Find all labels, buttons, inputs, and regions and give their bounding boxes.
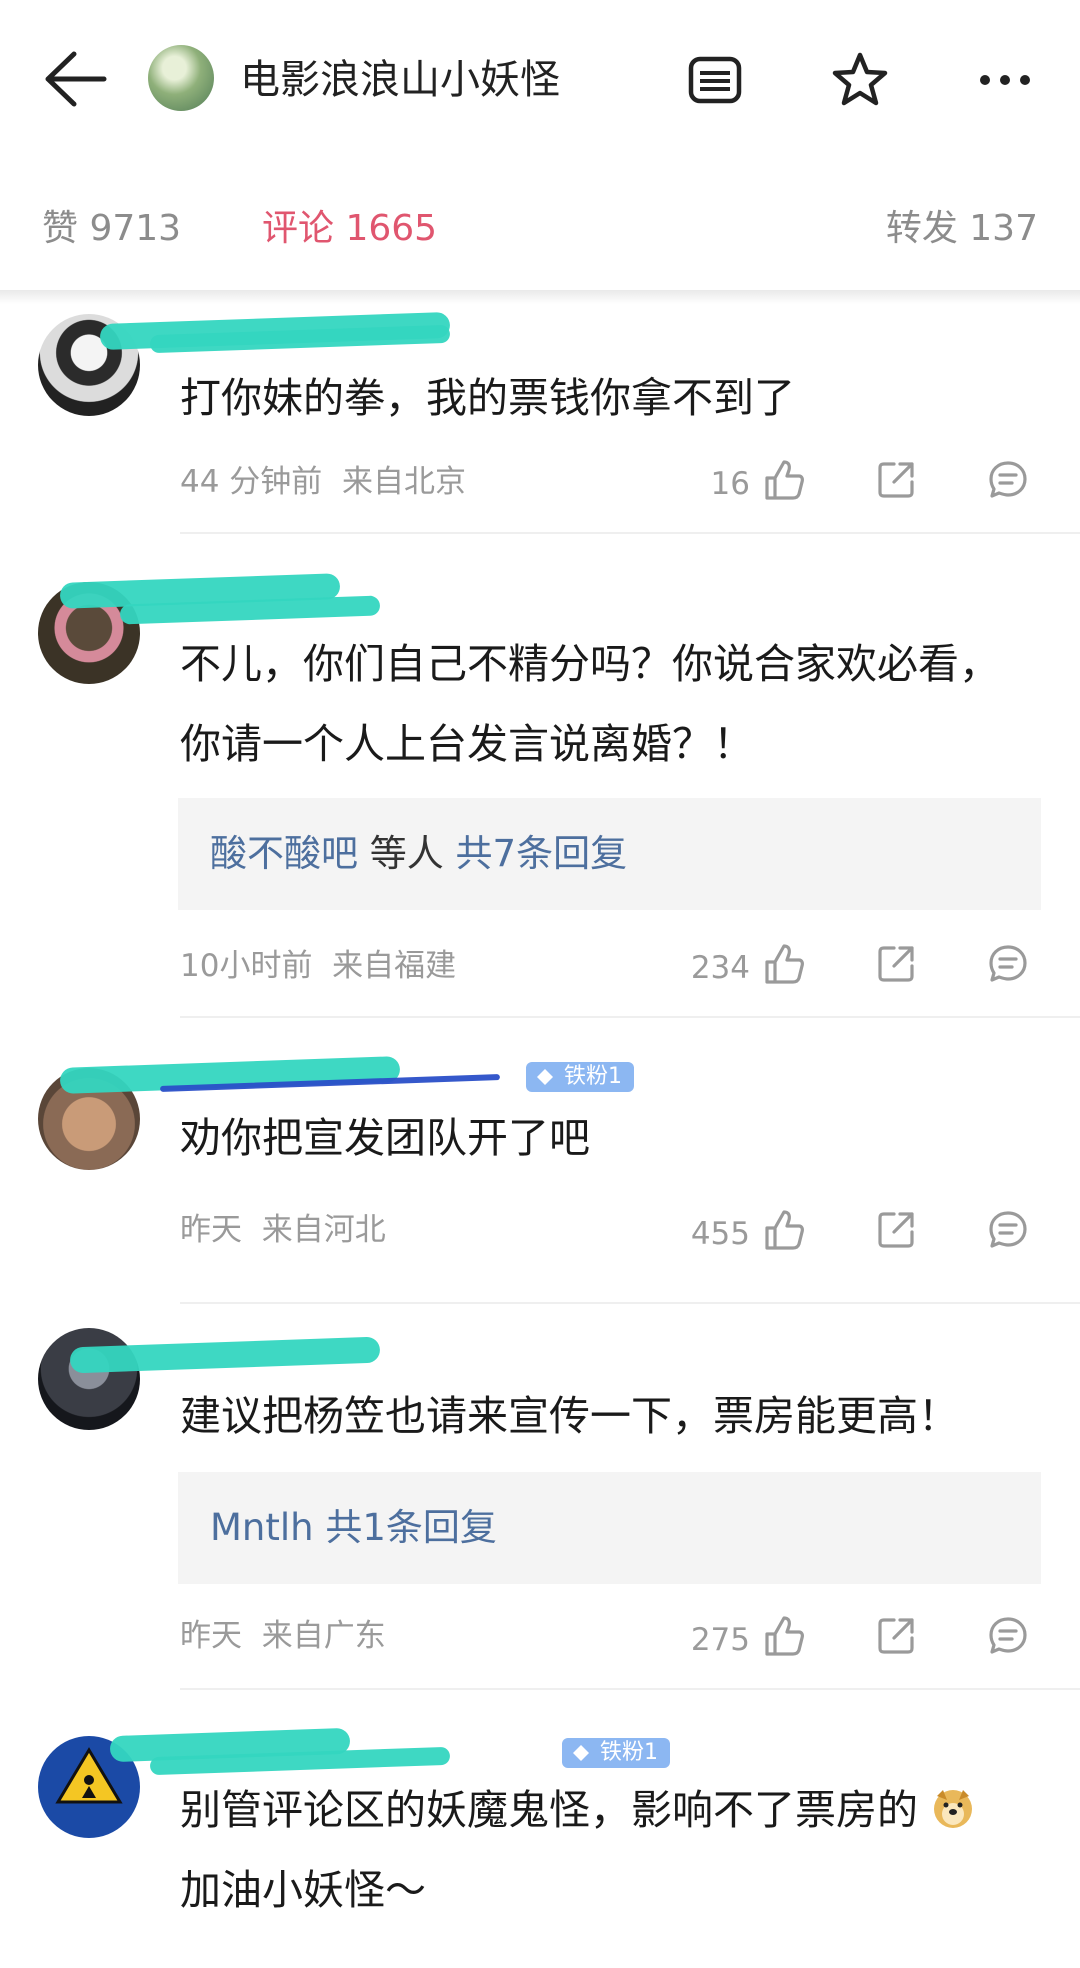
reply-preview[interactable]: 酸不酸吧 等人 共7条回复 [178,798,1041,910]
tab-reposts[interactable]: 转发 137 [886,204,1038,254]
share-icon[interactable] [874,458,918,502]
diamond-icon [537,1069,553,1085]
like-icon[interactable] [762,458,806,502]
comment-icon[interactable] [986,1614,1030,1658]
divider [180,1016,1080,1018]
comment-text-line-content: 别管评论区的妖魔鬼怪，影响不了票房的 [180,1786,918,1834]
fan-badge-label: 铁粉1 [600,1740,658,1765]
comment-icon[interactable] [986,458,1030,502]
like-count: 16 [710,466,750,502]
comment-location: 来自福建 [332,948,457,984]
comment-time: 昨天 [180,1618,242,1654]
fan-badge-label: 铁粉1 [564,1064,622,1089]
comment-meta: 44 分钟前 来自北京 [180,460,466,504]
reply-preview-text: 酸不酸吧 等人 共7条回复 [210,828,627,880]
comment-time: 10小时前 [180,948,313,984]
comment-text: 别管评论区的妖魔鬼怪，影响不了票房的 加油小妖怪～ [180,1770,1040,1930]
like-icon[interactable] [762,1614,806,1658]
comment-icon[interactable] [986,942,1030,986]
like-count: 455 [690,1216,750,1252]
like-icon[interactable] [762,942,806,986]
like-icon[interactable] [762,1208,806,1252]
comment-time: 44 分钟前 [180,464,323,500]
comment-text: 不儿，你们自己不精分吗？你说合家欢必看， 你请一个人上台发言说离婚？！ [180,624,1040,784]
diamond-icon [573,1745,589,1761]
tab-comments[interactable]: 评论 1665 [262,204,437,254]
divider [180,1688,1080,1690]
comment-location: 来自北京 [342,464,467,500]
page-avatar[interactable] [148,45,214,111]
comment-text: 劝你把宣发团队开了吧 [180,1114,590,1162]
fan-badge: 铁粉1 [526,1062,634,1092]
like-count: 234 [690,950,750,986]
top-bar: 电影浪浪山小妖怪 [0,0,1080,160]
divider [180,1302,1080,1304]
comment-location: 来自河北 [261,1212,386,1248]
reply-count[interactable]: 共7条回复 [456,832,628,875]
comment-text: 建议把杨笠也请来宣传一下，票房能更高！ [180,1392,959,1440]
share-icon[interactable] [874,1208,918,1252]
comment-text: 打你妹的拳，我的票钱你拿不到了 [180,374,795,422]
share-icon[interactable] [874,942,918,986]
reply-count[interactable]: 共1条回复 [325,1506,497,1549]
comment-meta: 昨天 来自广东 [180,1614,386,1658]
reply-preview-text: Mntlh 共1条回复 [210,1502,497,1554]
back-button[interactable] [40,48,110,110]
comment-text-line: 不儿，你们自己不精分吗？你说合家欢必看， [180,640,1000,688]
tabs-divider [0,290,1080,304]
comment-time: 昨天 [180,1212,242,1248]
comment-icon[interactable] [986,1208,1030,1252]
comment-meta: 10小时前 来自福建 [180,944,456,988]
reply-author[interactable]: 酸不酸吧 [210,832,358,875]
comment-text-line: 你请一个人上台发言说离婚？！ [180,720,754,768]
comment-meta: 昨天 来自河北 [180,1208,386,1252]
list-icon[interactable] [685,50,745,110]
reply-middle: 等人 [358,832,456,875]
star-icon[interactable] [830,50,890,110]
divider [180,532,1080,534]
reply-author[interactable]: Mntlh [210,1506,314,1549]
doge-emoji-icon [934,1790,973,1828]
avatar[interactable] [38,1328,140,1430]
tab-likes[interactable]: 赞 9713 [42,204,181,254]
comment-text-line: 加油小妖怪～ [180,1866,426,1914]
like-count: 275 [690,1622,750,1658]
arrow-left-icon [45,51,107,107]
interaction-tabs: 赞 9713 评论 1665 转发 137 [0,160,1080,292]
reply-preview[interactable]: Mntlh 共1条回复 [178,1472,1041,1584]
more-icon[interactable] [975,50,1035,110]
comment-location: 来自广东 [261,1618,386,1654]
share-icon[interactable] [874,1614,918,1658]
page-title: 电影浪浪山小妖怪 [240,57,560,103]
comment-text-line: 别管评论区的妖魔鬼怪，影响不了票房的 [180,1770,1040,1850]
fan-badge: 铁粉1 [562,1738,670,1768]
